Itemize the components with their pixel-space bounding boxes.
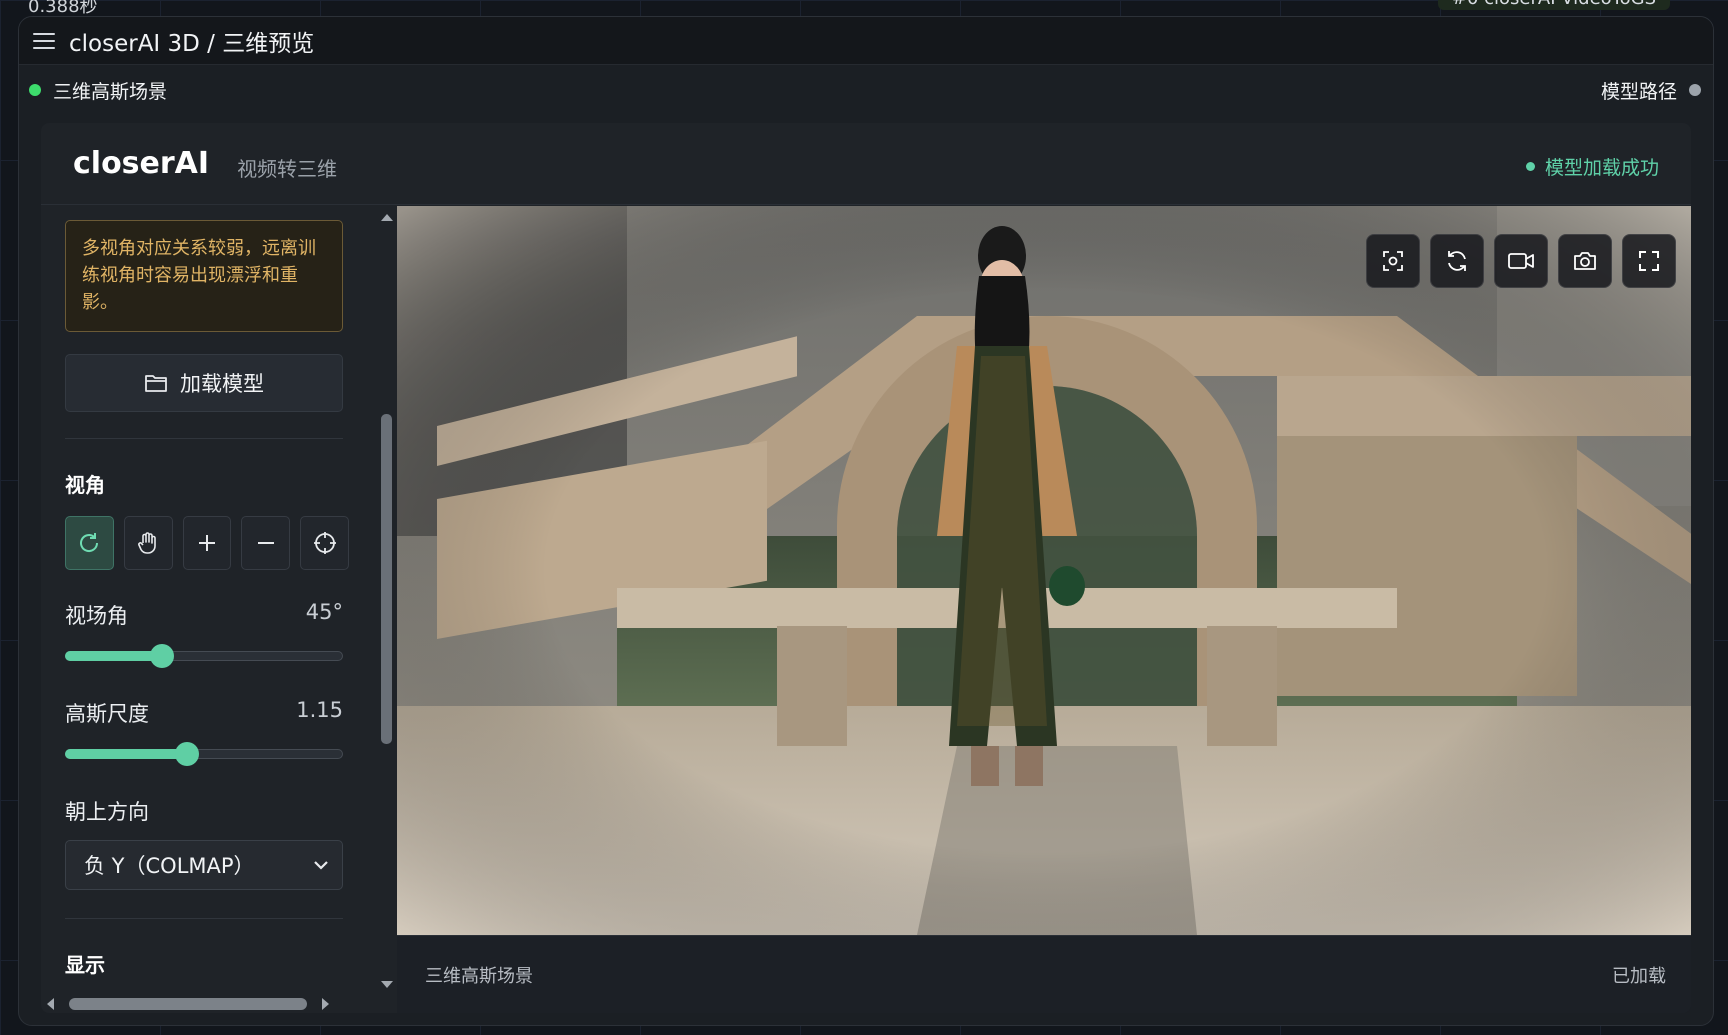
up-direction-label: 朝上方向 xyxy=(65,800,149,824)
brand-logo: closerAI xyxy=(73,146,210,181)
display-section-title: 显示 xyxy=(65,953,105,977)
chevron-down-icon xyxy=(314,861,328,870)
up-direction-value: 负 Y（COLMAP） xyxy=(84,854,255,878)
scroll-left-arrow-icon[interactable] xyxy=(45,997,55,1011)
view-section-title: 视角 xyxy=(65,473,105,497)
viewer-toolbar xyxy=(1366,234,1676,288)
output-socket[interactable]: 模型路径 xyxy=(1601,77,1701,104)
fullscreen-icon xyxy=(1639,251,1659,271)
node-title: closerAI 3D / 三维预览 xyxy=(69,30,315,57)
vertical-scroll-thumb[interactable] xyxy=(381,414,392,744)
up-direction-select[interactable]: 负 Y（COLMAP） xyxy=(65,840,343,890)
gaussian-scale-slider[interactable] xyxy=(65,742,343,766)
load-status: 模型加载成功 xyxy=(1525,153,1659,180)
reset-view-button[interactable] xyxy=(1430,234,1484,288)
hand-icon xyxy=(138,532,156,554)
app-subtitle: 视频转三维 xyxy=(237,157,338,181)
zoom-out-button[interactable] xyxy=(241,516,291,570)
sidebar-horizontal-scrollbar[interactable] xyxy=(41,994,377,1013)
status-dot-icon xyxy=(1525,162,1535,171)
divider xyxy=(65,438,343,439)
zoom-in-button[interactable] xyxy=(182,516,232,570)
control-sidebar: 多视角对应关系较弱，远离训练视角时容易出现漂浮和重影。 加载模型 视角 视场角 … xyxy=(41,206,397,1013)
rotate-tool-button[interactable] xyxy=(65,516,114,570)
fov-slider-handle[interactable] xyxy=(150,644,175,668)
fov-slider[interactable] xyxy=(65,644,343,668)
node-tag: #0 closerAI VideoToGS xyxy=(1437,0,1670,10)
footer-scene-label: 三维高斯场景 xyxy=(425,965,533,987)
center-view-button[interactable] xyxy=(300,516,349,570)
fov-row: 视场角 45° xyxy=(65,600,343,630)
load-model-button[interactable]: 加载模型 xyxy=(65,354,343,412)
focus-button[interactable] xyxy=(1366,234,1420,288)
pan-tool-button[interactable] xyxy=(123,516,173,570)
scene-render[interactable] xyxy=(397,206,1691,935)
footer-status: 已加载 xyxy=(1612,965,1666,987)
zoom-out-icon xyxy=(257,542,274,544)
output-dot-icon[interactable] xyxy=(1689,84,1701,96)
node-io-row: 三维高斯场景 模型路径 xyxy=(19,65,1713,115)
rotate-icon xyxy=(80,533,99,552)
refresh-icon xyxy=(1448,251,1466,271)
3d-viewport[interactable] xyxy=(397,206,1691,935)
camera-icon xyxy=(1574,252,1596,270)
input-dot-icon[interactable] xyxy=(29,84,41,96)
horizontal-scroll-thumb[interactable] xyxy=(69,998,307,1010)
gaussian-scale-slider-handle[interactable] xyxy=(175,742,200,766)
video-icon xyxy=(1508,253,1534,269)
viewer-footer: 三维高斯场景 已加载 xyxy=(397,935,1691,1013)
screenshot-button[interactable] xyxy=(1558,234,1612,288)
node-header[interactable]: closerAI 3D / 三维预览 xyxy=(19,17,1713,65)
viewer-app: closerAI 视频转三维 模型加载成功 多视角对应关系较弱，远离训练视角时容… xyxy=(41,123,1691,1013)
zoom-in-icon xyxy=(198,535,215,551)
focus-icon xyxy=(1383,251,1403,271)
view-tools xyxy=(65,516,349,570)
sidebar-vertical-scrollbar[interactable] xyxy=(377,206,397,996)
input-label: 三维高斯场景 xyxy=(53,80,168,103)
output-label: 模型路径 xyxy=(1600,80,1677,103)
gaussian-scale-row: 高斯尺度 1.15 xyxy=(65,698,343,728)
status-text: 模型加载成功 xyxy=(1544,157,1659,179)
record-video-button[interactable] xyxy=(1494,234,1548,288)
gaussian-scale-value: 1.15 xyxy=(296,698,343,722)
gaussian-scale-label: 高斯尺度 xyxy=(65,702,149,726)
scroll-down-arrow-icon[interactable] xyxy=(380,980,394,990)
up-direction-row: 朝上方向 xyxy=(65,796,343,826)
warning-box: 多视角对应关系较弱，远离训练视角时容易出现漂浮和重影。 xyxy=(65,220,343,332)
fullscreen-button[interactable] xyxy=(1622,234,1676,288)
scroll-up-arrow-icon[interactable] xyxy=(380,212,394,222)
scroll-right-arrow-icon[interactable] xyxy=(321,997,331,1011)
input-socket[interactable]: 三维高斯场景 xyxy=(29,77,167,104)
preview-node: closerAI 3D / 三维预览 三维高斯场景 模型路径 closerAI … xyxy=(18,16,1714,1026)
menu-icon[interactable] xyxy=(33,32,55,49)
app-header: closerAI 视频转三维 模型加载成功 xyxy=(41,123,1691,205)
divider xyxy=(65,918,343,919)
folder-icon xyxy=(145,375,167,392)
load-model-label: 加载模型 xyxy=(180,372,264,396)
fov-value: 45° xyxy=(305,600,343,624)
crosshair-icon xyxy=(313,532,336,554)
fov-label: 视场角 xyxy=(65,604,128,628)
elapsed-time: 0.388秒 xyxy=(28,0,98,17)
